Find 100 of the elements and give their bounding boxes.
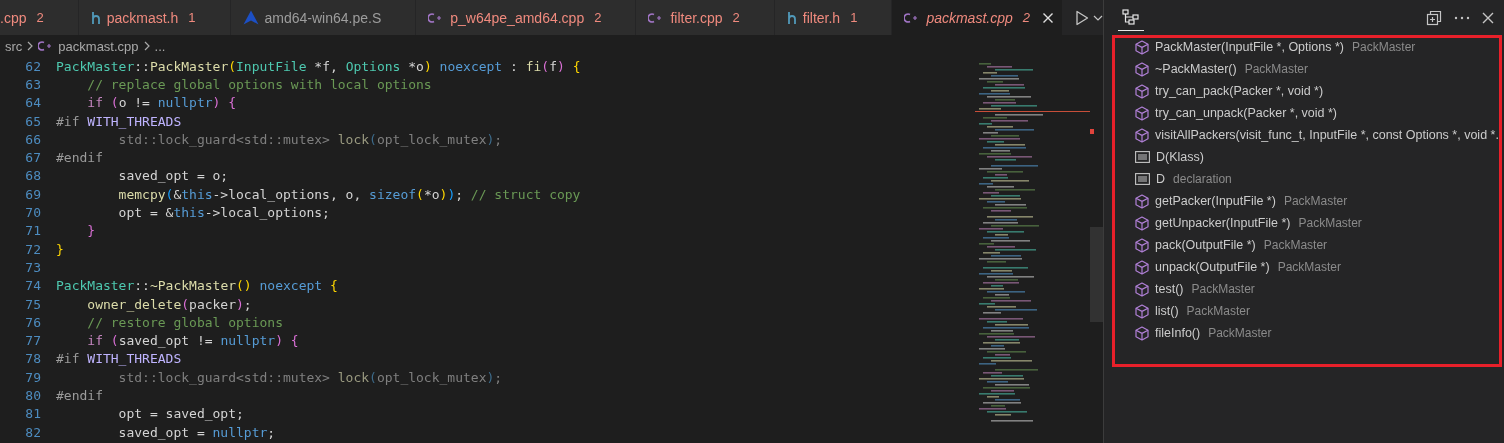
line-number: 75 xyxy=(24,296,41,312)
cube-icon xyxy=(1135,303,1149,319)
code-line: #endif xyxy=(56,150,103,166)
line-number: 62 xyxy=(24,58,41,74)
code-line: memcpy(&this->local_options, o, sizeof(*o)); // struct copy xyxy=(117,186,581,202)
editor-tab[interactable]: amd64-win64.pe.S xyxy=(230,0,417,35)
outline-item[interactable]: list() xyxy=(1155,304,1179,318)
symbol-detail: declaration xyxy=(1173,172,1232,186)
cube-icon xyxy=(1135,105,1149,121)
line-number: 79 xyxy=(24,369,41,385)
cube-icon xyxy=(1135,193,1149,209)
code-line: } xyxy=(86,223,96,239)
line-number: 70 xyxy=(24,205,41,220)
close-icon[interactable] xyxy=(1042,11,1054,24)
breadcrumb-item[interactable]: ... xyxy=(154,38,166,54)
header-file-icon xyxy=(90,10,101,25)
editor-tab[interactable]: p_w64pe_amd64.cpp 2 xyxy=(416,0,637,35)
editor-tab[interactable]: packmast.cpp 2 xyxy=(892,0,1063,35)
symbol-detail: PackMaster xyxy=(1351,40,1416,54)
outline-item[interactable]: try_can_pack(Packer *, void *) xyxy=(1155,84,1324,98)
symbol-detail: PackMaster xyxy=(1244,62,1308,76)
line-number: 69 xyxy=(24,186,41,202)
code-line: opt = saved_opt; xyxy=(117,406,244,422)
editor-tab[interactable]: .cpp 2 xyxy=(0,0,79,35)
header-file-icon xyxy=(786,10,797,25)
symbol-detail: PackMaster xyxy=(1283,194,1348,208)
code-line: if (saved_opt != nullptr) { xyxy=(86,333,299,349)
line-number: 72 xyxy=(24,241,41,257)
code-line: saved_opt = o; xyxy=(117,168,229,184)
line-number: 68 xyxy=(24,168,41,184)
cube-icon xyxy=(1135,237,1149,253)
outline-item[interactable]: unpack(OutputFile *) xyxy=(1155,260,1270,274)
symbol-detail: PackMaster xyxy=(1186,304,1250,318)
breadcrumb-item[interactable]: src xyxy=(5,38,23,54)
code-line: std::lock_guard<std::mutex> lock(opt_lock_mutex); xyxy=(117,131,503,147)
code-line: #endif xyxy=(56,388,103,403)
cube-icon xyxy=(1135,281,1149,297)
code-line: saved_opt = nullptr; xyxy=(117,424,276,440)
cube-icon xyxy=(1135,215,1149,231)
code-line: #if WITH_THREADS xyxy=(56,113,182,129)
outline-item[interactable]: try_can_unpack(Packer *, void *) xyxy=(1155,106,1338,120)
scrollbar-thumb[interactable] xyxy=(1090,227,1103,322)
outline-icon[interactable] xyxy=(1122,8,1140,25)
outline-item[interactable]: D xyxy=(1156,172,1166,186)
editor-tab[interactable]: packmast.h 1 xyxy=(78,0,231,35)
line-number: 80 xyxy=(24,388,41,403)
line-number: 71 xyxy=(24,223,41,239)
cube-icon xyxy=(1135,39,1149,55)
code-line: } xyxy=(56,241,64,257)
symbol-detail: PackMaster xyxy=(1298,216,1362,230)
more-icon[interactable] xyxy=(1454,15,1470,20)
code-line: PackMaster::PackMaster(InputFile *f, Options *o) noexcept : fi(f) { xyxy=(56,58,581,74)
triangle-logo-icon xyxy=(242,10,259,25)
code-line: if (o != nullptr) { xyxy=(86,95,237,111)
code-line: PackMaster::~PackMaster() noexcept { xyxy=(56,278,338,294)
code-line: std::lock_guard<std::mutex> lock(opt_lock_mutex); xyxy=(117,369,503,385)
line-number: 81 xyxy=(24,406,41,422)
chevron-right-icon xyxy=(142,41,151,51)
cube-icon xyxy=(1135,83,1149,99)
outline-item[interactable]: D(Klass) xyxy=(1156,150,1204,164)
symbol-detail: PackMaster xyxy=(1208,326,1272,340)
outline-item[interactable]: fileInfo() xyxy=(1155,326,1201,340)
code-line: #if WITH_THREADS xyxy=(56,351,182,367)
outline-item[interactable]: test() xyxy=(1155,282,1184,296)
close-icon[interactable] xyxy=(1482,11,1494,24)
error-marker xyxy=(1090,129,1094,134)
cube-icon xyxy=(1135,127,1149,143)
chevron-right-icon xyxy=(26,41,35,51)
line-number: 64 xyxy=(24,95,41,111)
code-line: owner_delete(packer); xyxy=(86,296,252,312)
code-line: // restore global options xyxy=(86,314,283,330)
outline-item[interactable]: getPacker(InputFile *) xyxy=(1155,194,1276,208)
run-icon[interactable] xyxy=(1075,9,1089,26)
editor-tab[interactable]: filter.h 1 xyxy=(774,0,893,35)
chevron-down-icon[interactable] xyxy=(1093,13,1103,22)
cube-icon xyxy=(1135,325,1149,341)
line-number: 74 xyxy=(24,278,41,294)
symbol-detail: PackMaster xyxy=(1263,238,1328,252)
list-icon xyxy=(1135,173,1150,185)
outline-item[interactable]: pack(OutputFile *) xyxy=(1155,238,1256,252)
editor-tab[interactable]: filter.cpp 2 xyxy=(636,0,775,35)
cube-icon xyxy=(1135,61,1149,77)
line-number: 76 xyxy=(24,314,41,330)
outline-item[interactable]: PackMaster(InputFile *, Options *) xyxy=(1155,40,1344,54)
line-number: 82 xyxy=(24,424,41,440)
outline-item[interactable]: visitAllPackers(visit_func_t, InputFile *, const Options *, void *. xyxy=(1155,128,1499,142)
code-line: // replace global options with local options xyxy=(86,76,432,92)
breadcrumb-file[interactable]: packmast.cpp xyxy=(58,38,139,54)
line-number: 66 xyxy=(24,131,41,147)
line-number: 65 xyxy=(24,113,41,129)
line-number: 77 xyxy=(24,333,41,349)
code-line: opt = &this->local_options; xyxy=(117,205,330,220)
line-number: 78 xyxy=(24,351,41,367)
line-number: 63 xyxy=(24,76,41,92)
outline-item[interactable]: getUnpacker(InputFile *) xyxy=(1155,216,1291,230)
outline-item[interactable]: ~PackMaster() xyxy=(1155,62,1237,76)
symbol-detail: PackMaster xyxy=(1277,260,1341,274)
symbol-detail: PackMaster xyxy=(1191,282,1255,296)
cube-icon xyxy=(1135,259,1149,275)
collapse-all-icon[interactable] xyxy=(1426,9,1442,26)
